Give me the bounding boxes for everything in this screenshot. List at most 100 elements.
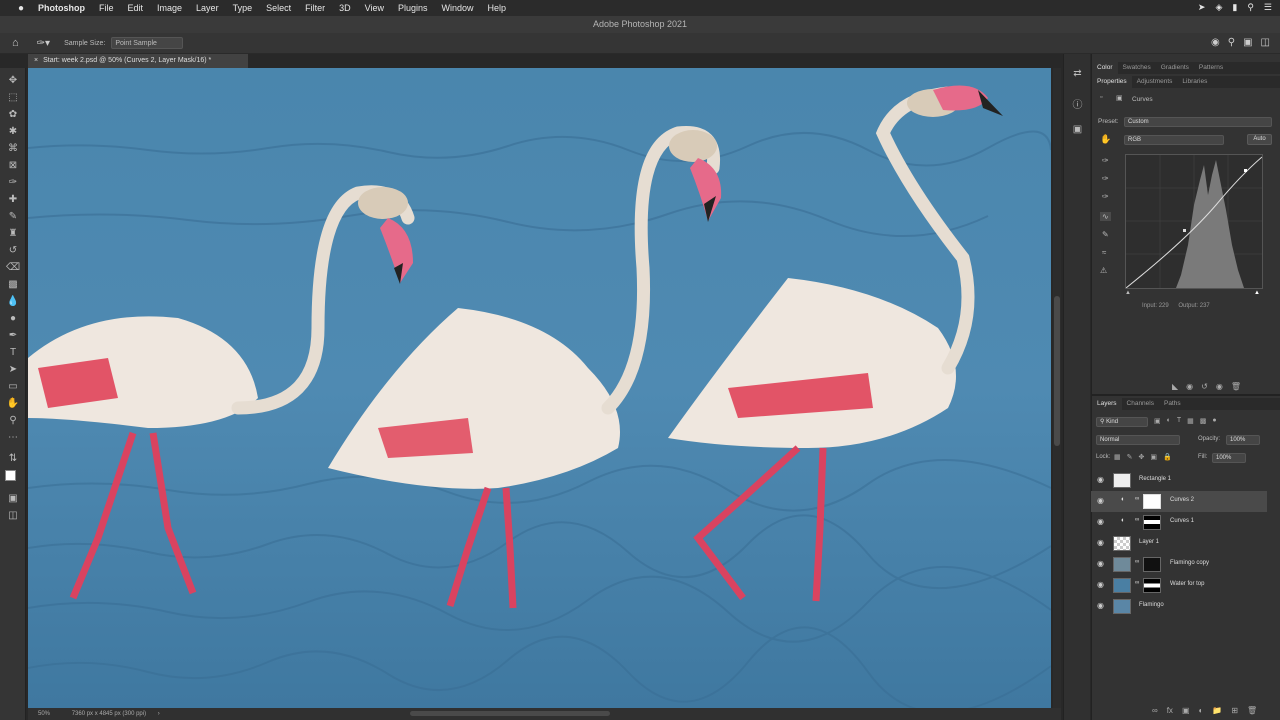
visibility-eye-icon[interactable]: ◉ [1097, 475, 1104, 484]
add-mask-icon[interactable]: ▣ [1182, 706, 1190, 715]
vertical-scroll-thumb[interactable] [1054, 296, 1060, 446]
healing-tool-icon[interactable]: ✚ [6, 193, 20, 207]
document-info[interactable]: 7360 px x 4845 px (300 ppi) [72, 711, 146, 717]
tab-close-icon[interactable]: × [34, 57, 38, 64]
status-arrow-icon[interactable]: › [158, 711, 160, 717]
layer-row-curves-2[interactable]: ◉ ◐ ∞ Curves 2 [1091, 491, 1267, 512]
layer-row-rectangle-1[interactable]: ◉ Rectangle 1 [1091, 470, 1267, 491]
tab-properties[interactable]: Properties [1092, 76, 1132, 88]
lock-position-icon[interactable]: ✥ [1139, 453, 1145, 461]
document-canvas[interactable] [28, 68, 1051, 708]
mask-icon[interactable]: ▣ [1116, 94, 1123, 102]
view-previous-icon[interactable]: ◉ [1186, 382, 1193, 391]
black-point-eyedropper-icon[interactable]: ✑ [1102, 156, 1109, 165]
curves-graph[interactable] [1125, 154, 1263, 289]
layer-row-water-for-top[interactable]: ◉ ∞ Water for top [1091, 575, 1267, 596]
zoom-tool-icon[interactable]: ⚲ [6, 414, 20, 428]
location-icon[interactable]: ➤ [1198, 2, 1206, 13]
eyedropper-tool-icon[interactable]: ✑ [6, 176, 20, 190]
blend-mode-select[interactable]: Normal [1096, 435, 1180, 445]
path-select-tool-icon[interactable]: ➤ [6, 363, 20, 377]
menu-edit[interactable]: Edit [128, 3, 144, 13]
dodge-tool-icon[interactable]: ● [6, 312, 20, 326]
menu-view[interactable]: View [365, 3, 384, 13]
hand-tool-icon[interactable]: ✋ [6, 397, 20, 411]
move-tool-icon[interactable]: ✥ [6, 74, 20, 88]
delete-layer-icon[interactable]: 🗑 [1247, 706, 1257, 715]
tab-gradients[interactable]: Gradients [1156, 62, 1194, 74]
menu-select[interactable]: Select [266, 3, 291, 13]
home-icon[interactable]: ⌂ [12, 37, 19, 49]
marquee-tool-icon[interactable]: ⬚ [6, 91, 20, 105]
lock-transparent-icon[interactable]: ▦ [1114, 453, 1121, 461]
pencil-draw-icon[interactable]: ✎ [1102, 230, 1109, 239]
more-tools-icon[interactable]: ⋯ [6, 431, 20, 445]
brush-tool-icon[interactable]: ✎ [6, 210, 20, 224]
reset-icon[interactable]: ↺ [1201, 382, 1208, 391]
menu-image[interactable]: Image [157, 3, 182, 13]
filter-smart-icon[interactable]: ▩ [1200, 417, 1207, 425]
layer-row-layer-1[interactable]: ◉ Layer 1 [1091, 533, 1267, 554]
lock-all-icon[interactable]: 🔒 [1163, 453, 1172, 461]
white-slider-icon[interactable]: ▲ [1254, 290, 1260, 296]
on-image-adjust-icon[interactable]: ✋ [1100, 134, 1111, 145]
filter-shape-icon[interactable]: ▦ [1187, 417, 1194, 425]
control-center-icon[interactable]: ☰ [1264, 2, 1272, 13]
search-icon[interactable]: ⚲ [1228, 37, 1235, 48]
filter-type-icon[interactable]: T [1177, 417, 1181, 425]
menu-plugins[interactable]: Plugins [398, 3, 428, 13]
tab-libraries[interactable]: Libraries [1177, 76, 1212, 88]
share-icon[interactable]: ◉ [1211, 37, 1220, 48]
lasso-tool-icon[interactable]: ✿ [6, 108, 20, 122]
visibility-eye-icon[interactable]: ◉ [1097, 517, 1104, 526]
tab-patterns[interactable]: Patterns [1194, 62, 1228, 74]
arrange-icon[interactable]: ◫ [1261, 37, 1270, 48]
wifi-icon[interactable]: ◈ [1215, 2, 1222, 13]
filter-toggle-icon[interactable]: ● [1212, 417, 1216, 425]
visibility-eye-icon[interactable]: ◉ [1097, 496, 1104, 505]
workspace-icon[interactable]: ▣ [1243, 37, 1252, 48]
gray-point-eyedropper-icon[interactable]: ✑ [1102, 174, 1109, 183]
tab-color[interactable]: Color [1092, 62, 1118, 74]
navigator-icon[interactable]: ▣ [1070, 124, 1085, 139]
tab-adjustments[interactable]: Adjustments [1132, 76, 1178, 88]
lock-image-icon[interactable]: ✎ [1127, 453, 1133, 461]
white-point-eyedropper-icon[interactable]: ✑ [1102, 192, 1109, 201]
new-adjustment-icon[interactable]: ◐ [1199, 706, 1204, 715]
pen-tool-icon[interactable]: ✒ [6, 329, 20, 343]
tab-layers[interactable]: Layers [1092, 398, 1122, 410]
link-layers-icon[interactable]: ∞ [1152, 706, 1158, 715]
zoom-level[interactable]: 50% [38, 711, 50, 717]
history-icon[interactable]: ⇄ [1070, 68, 1085, 83]
tab-channels[interactable]: Channels [1122, 398, 1159, 410]
visibility-eye-icon[interactable]: ◉ [1097, 559, 1104, 568]
blur-tool-icon[interactable]: 💧 [6, 295, 20, 309]
layer-mask-thumbnail[interactable] [1143, 557, 1161, 572]
info-icon[interactable]: ⓘ [1070, 96, 1085, 111]
filter-adjustment-icon[interactable]: ◐ [1167, 417, 1171, 425]
gradient-tool-icon[interactable]: ▩ [6, 278, 20, 292]
preset-select[interactable]: Custom [1124, 117, 1272, 127]
quick-select-tool-icon[interactable]: ✱ [6, 125, 20, 139]
auto-button[interactable]: Auto [1247, 134, 1272, 145]
eyedropper-tool-icon[interactable]: ✑▾ [37, 38, 50, 49]
eraser-tool-icon[interactable]: ⌫ [6, 261, 20, 275]
menu-filter[interactable]: Filter [305, 3, 325, 13]
menu-window[interactable]: Window [442, 3, 474, 13]
layer-row-flamingo[interactable]: ◉ Flamingo [1091, 596, 1267, 617]
apple-icon[interactable]: ● [14, 3, 28, 14]
layer-style-icon[interactable]: fx [1167, 706, 1173, 715]
tab-paths[interactable]: Paths [1159, 398, 1186, 410]
clipping-warning-icon[interactable]: ⚠ [1100, 266, 1107, 275]
opacity-field[interactable]: 100% [1226, 435, 1260, 445]
filter-pixel-icon[interactable]: ▣ [1154, 417, 1161, 425]
visibility-eye-icon[interactable]: ◉ [1097, 538, 1104, 547]
new-layer-icon[interactable]: ⊞ [1231, 706, 1238, 715]
quick-mask-icon[interactable]: ▣ [6, 492, 20, 506]
delete-icon[interactable]: 🗑 [1231, 382, 1241, 391]
menu-layer[interactable]: Layer [196, 3, 219, 13]
menu-3d[interactable]: 3D [339, 3, 351, 13]
sample-size-select[interactable]: Point Sample [111, 37, 184, 49]
screen-mode-icon[interactable]: ◫ [6, 509, 20, 523]
new-group-icon[interactable]: 📁 [1212, 706, 1222, 715]
